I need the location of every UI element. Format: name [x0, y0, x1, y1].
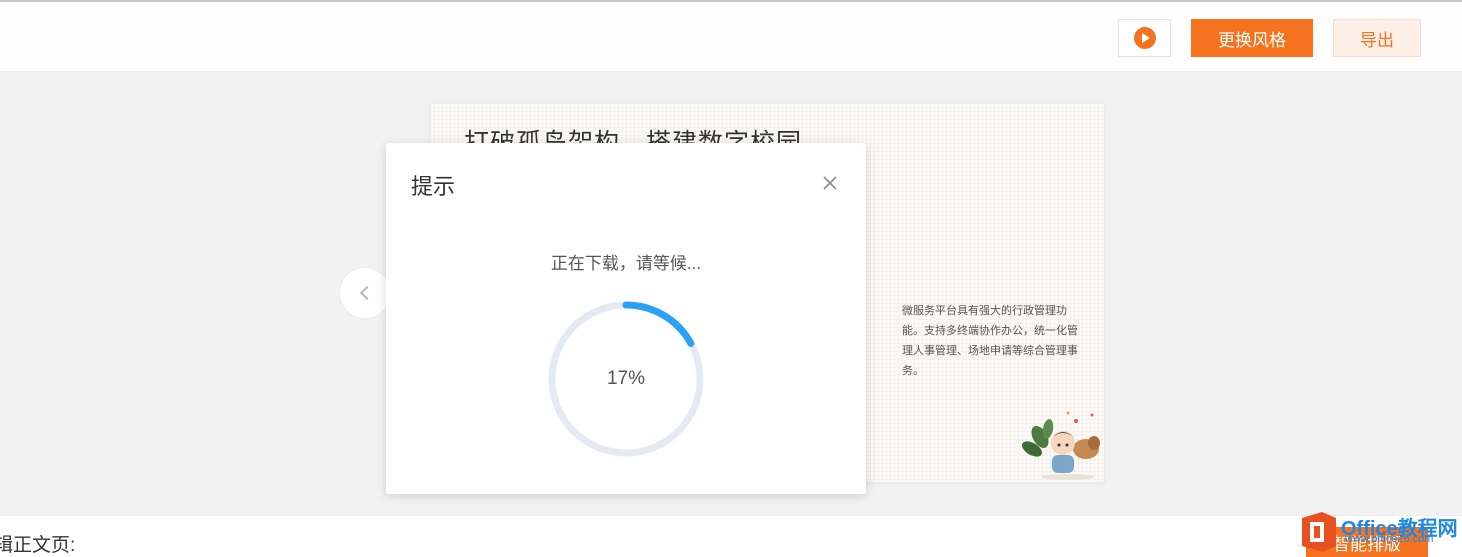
chevron-left-icon [359, 285, 375, 301]
girl-with-dog-illustration [1022, 411, 1100, 480]
download-dialog: 提示 正在下载，请等候... 17% [386, 143, 866, 494]
progress-percent-label: 17% [606, 368, 646, 389]
bottom-bar: 辑正文页: 智能排版 [0, 515, 1462, 557]
play-button[interactable] [1118, 19, 1171, 57]
dialog-title: 提示 [411, 174, 456, 199]
download-status-message: 正在下载，请等候... [550, 254, 702, 273]
watermark-subtext: www.office26.com [1345, 533, 1434, 545]
export-button[interactable]: 导出 [1333, 19, 1421, 57]
slide-body-text: 微服务平台具有强大的行政管理功能。支持多终端协作办公，统一化管理人事管理、场地申… [902, 305, 1078, 377]
change-style-button[interactable]: 更换风格 [1191, 19, 1313, 57]
top-toolbar: 更换风格 导出 [0, 0, 1462, 72]
previous-slide-button[interactable] [340, 268, 390, 318]
edit-body-page-label: 辑正文页: [0, 535, 76, 556]
close-icon[interactable] [818, 171, 842, 195]
play-icon [1133, 27, 1156, 49]
